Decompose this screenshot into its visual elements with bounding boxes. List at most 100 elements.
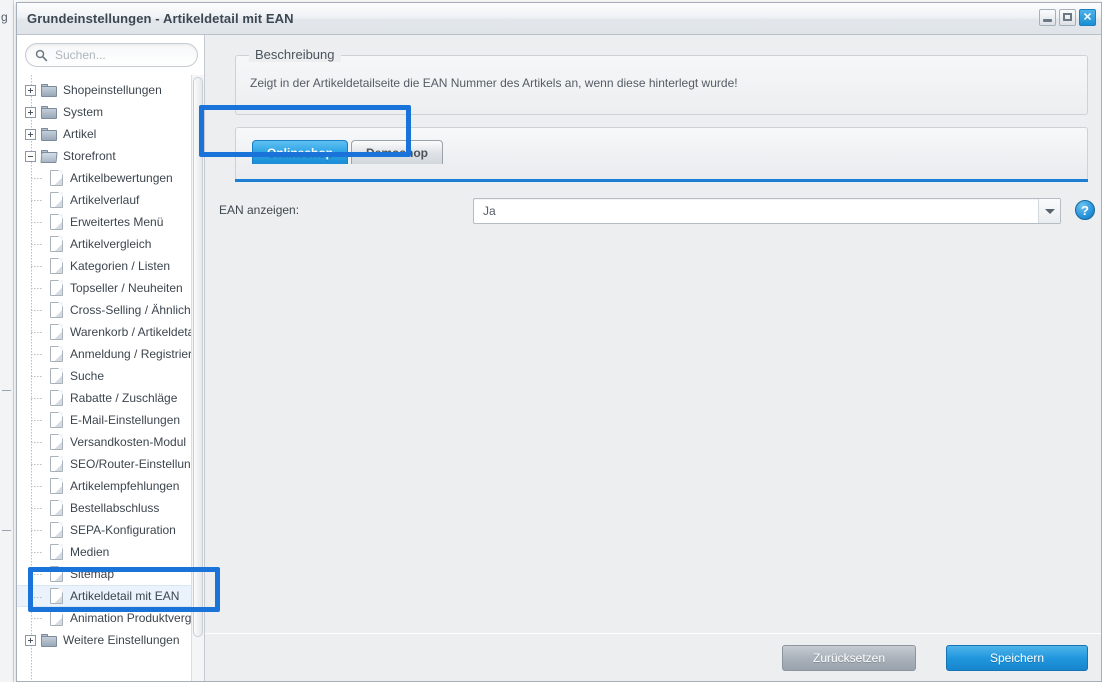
- sidebar-item-topseller-neuheiten[interactable]: Topseller / Neuheiten: [17, 277, 191, 299]
- document-icon: [50, 478, 63, 494]
- document-icon: [50, 566, 63, 582]
- save-button[interactable]: Speichern: [946, 645, 1088, 671]
- sidebar-item-label: Medien: [70, 545, 110, 559]
- sidebar-item-artikelverlauf[interactable]: Artikelverlauf: [17, 189, 191, 211]
- sidebar-item-artikeldetail-mit-ean[interactable]: Artikeldetail mit EAN: [17, 585, 191, 607]
- sidebar-item-artikelbewertungen[interactable]: Artikelbewertungen: [17, 167, 191, 189]
- sidebar-scrollbar-track[interactable]: [191, 75, 204, 681]
- document-icon: [50, 302, 63, 318]
- settings-dialog: Grundeinstellungen - Artikeldetail mit E…: [16, 2, 1102, 682]
- minimize-button[interactable]: [1039, 9, 1056, 26]
- ean-field-label: EAN anzeigen:: [219, 203, 300, 217]
- main-content: Beschreibung Zeigt in der Artikeldetails…: [205, 35, 1101, 681]
- dialog-footer: Zurücksetzen Speichern: [205, 629, 1101, 681]
- sidebar-item-label: Bestellabschluss: [70, 501, 160, 515]
- sidebar-item-erweitertes-menü[interactable]: Erweitertes Menü: [17, 211, 191, 233]
- sidebar-scrollbar-thumb[interactable]: [193, 77, 203, 637]
- document-icon: [50, 236, 63, 252]
- expand-icon[interactable]: [25, 84, 36, 96]
- document-icon: [50, 368, 63, 384]
- search-container: [17, 35, 204, 73]
- sidebar-item-sitemap[interactable]: Sitemap: [17, 563, 191, 585]
- help-icon[interactable]: ?: [1075, 200, 1095, 220]
- document-icon: [50, 500, 63, 516]
- ean-anzeigen-select[interactable]: Ja: [473, 198, 1061, 224]
- sidebar-item-label: Erweitertes Menü: [70, 215, 164, 229]
- sidebar-item-label: SEO/Router-Einstellungen: [70, 457, 191, 471]
- maximize-button[interactable]: [1059, 9, 1076, 26]
- document-icon: [50, 192, 63, 208]
- document-icon: [50, 346, 63, 362]
- document-icon: [50, 456, 63, 472]
- document-icon: [50, 258, 63, 274]
- sidebar-item-artikelempfehlungen[interactable]: Artikelempfehlungen: [17, 475, 191, 497]
- sidebar-item-label: Kategorien / Listen: [70, 259, 171, 273]
- search-input[interactable]: [53, 44, 189, 66]
- tab-onlineshop[interactable]: Onlineshop: [252, 140, 348, 164]
- collapse-icon[interactable]: [25, 150, 36, 162]
- sidebar-item-kategorien-listen[interactable]: Kategorien / Listen: [17, 255, 191, 277]
- sidebar-item-seo-router-einstellungen[interactable]: SEO/Router-Einstellungen: [17, 453, 191, 475]
- sidebar-item-sepa-konfiguration[interactable]: SEPA-Konfiguration: [17, 519, 191, 541]
- sidebar: Shopeinstellungen System Artikel Storefront…: [17, 35, 205, 681]
- tab-demoshop[interactable]: Demoshop: [351, 140, 444, 164]
- folder-icon: [41, 83, 57, 97]
- sidebar-item-warenkorb-artikeldetails[interactable]: Warenkorb / Artikeldetails: [17, 321, 191, 343]
- document-icon: [50, 522, 63, 538]
- sidebar-item-label: Artikel: [63, 127, 97, 141]
- sidebar-item-artikelvergleich[interactable]: Artikelvergleich: [17, 233, 191, 255]
- sidebar-item-weitere-einstellungen[interactable]: Weitere Einstellungen: [17, 629, 191, 651]
- sidebar-item-label: Topseller / Neuheiten: [70, 281, 183, 295]
- sidebar-item-label: System: [63, 105, 104, 119]
- background-tick: [2, 530, 11, 531]
- sidebar-item-medien[interactable]: Medien: [17, 541, 191, 563]
- sidebar-item-cross-selling-ähnliche-art[interactable]: Cross-Selling / Ähnliche Art.: [17, 299, 191, 321]
- sidebar-item-animation-produktvergleich[interactable]: Animation Produktvergleich: [17, 607, 191, 629]
- search-box[interactable]: [25, 43, 198, 67]
- sidebar-item-storefront[interactable]: Storefront: [17, 145, 191, 167]
- background-tick: [2, 390, 11, 391]
- sidebar-item-artikel[interactable]: Artikel: [17, 123, 191, 145]
- chevron-down-icon[interactable]: [1038, 199, 1060, 223]
- document-icon: [50, 434, 63, 450]
- folder-open-icon: [40, 149, 58, 163]
- document-icon: [50, 610, 63, 626]
- sidebar-item-suche[interactable]: Suche: [17, 365, 191, 387]
- sidebar-item-anmeldung-registrierung[interactable]: Anmeldung / Registrierung: [17, 343, 191, 365]
- description-legend: Beschreibung: [249, 47, 341, 62]
- sidebar-item-shopeinstellungen[interactable]: Shopeinstellungen: [17, 79, 191, 101]
- dialog-body: Shopeinstellungen System Artikel Storefront…: [17, 35, 1101, 681]
- description-panel: Beschreibung Zeigt in der Artikeldetails…: [235, 47, 1088, 115]
- sidebar-item-system[interactable]: System: [17, 101, 191, 123]
- expand-icon[interactable]: [25, 634, 36, 646]
- search-icon: [35, 49, 48, 62]
- document-icon: [50, 214, 63, 230]
- expand-icon[interactable]: [25, 128, 36, 140]
- sidebar-item-versandkosten-modul[interactable]: Versandkosten-Modul: [17, 431, 191, 453]
- background-glyph: g: [1, 10, 8, 24]
- sidebar-item-label: Artikelverlauf: [70, 193, 140, 207]
- document-icon: [50, 170, 63, 186]
- background-left-strip: g: [0, 0, 14, 682]
- settings-tree: Shopeinstellungen System Artikel Storefront…: [17, 75, 191, 681]
- document-icon: [50, 280, 63, 296]
- sidebar-item-label: Artikelvergleich: [70, 237, 152, 251]
- shop-tabs: Onlineshop Demoshop: [235, 127, 1088, 182]
- sidebar-item-label: SEPA-Konfiguration: [70, 523, 176, 537]
- minimize-icon: [1043, 19, 1052, 22]
- sidebar-item-e-mail-einstellungen[interactable]: E-Mail-Einstellungen: [17, 409, 191, 431]
- reset-button[interactable]: Zurücksetzen: [782, 645, 916, 671]
- sidebar-item-label: E-Mail-Einstellungen: [70, 413, 181, 427]
- document-icon: [50, 588, 63, 604]
- description-text: Zeigt in der Artikeldetailseite die EAN …: [250, 76, 738, 90]
- folder-icon: [41, 105, 57, 119]
- ean-selected-value: Ja: [483, 204, 496, 218]
- sidebar-item-label: Versandkosten-Modul: [70, 435, 187, 449]
- expand-icon[interactable]: [25, 106, 36, 118]
- sidebar-item-bestellabschluss[interactable]: Bestellabschluss: [17, 497, 191, 519]
- page-title: Grundeinstellungen - Artikeldetail mit E…: [27, 11, 294, 26]
- sidebar-item-rabatte-zuschläge[interactable]: Rabatte / Zuschläge: [17, 387, 191, 409]
- maximize-icon: [1063, 13, 1072, 21]
- close-button[interactable]: ✕: [1079, 9, 1096, 26]
- sidebar-item-label: Shopeinstellungen: [63, 83, 162, 97]
